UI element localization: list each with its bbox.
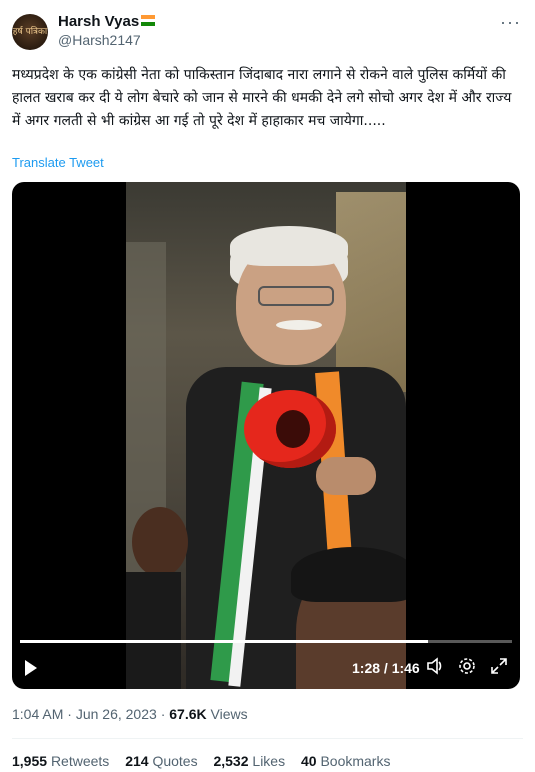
avatar[interactable]: हर्ष पत्रिका bbox=[12, 14, 48, 50]
tweet-text: मध्यप्रदेश के एक कांग्रेसी नेता को पाकिस… bbox=[12, 67, 512, 129]
likes-stat[interactable]: 2,532 Likes bbox=[213, 753, 285, 769]
volume-icon[interactable] bbox=[426, 657, 444, 680]
fullscreen-icon[interactable] bbox=[490, 657, 508, 680]
divider bbox=[12, 738, 523, 739]
settings-icon[interactable] bbox=[458, 657, 476, 680]
video-time: 1:28 / 1:46 bbox=[352, 660, 420, 676]
video-progress-bar[interactable] bbox=[20, 640, 512, 643]
quotes-stat[interactable]: 214 Quotes bbox=[125, 753, 197, 769]
tweet-time[interactable]: 1:04 AM bbox=[12, 706, 63, 722]
retweets-stat[interactable]: 1,955 Retweets bbox=[12, 753, 109, 769]
tweet-date[interactable]: Jun 26, 2023 bbox=[76, 706, 157, 722]
more-horizontal-icon[interactable]: ··· bbox=[500, 12, 521, 33]
translate-tweet-link[interactable]: Translate Tweet bbox=[12, 155, 104, 170]
tweet: हर्ष पत्रिका Harsh Vyas @Harsh2147 ··· म… bbox=[0, 0, 535, 772]
author-name[interactable]: Harsh Vyas bbox=[58, 13, 139, 30]
video-frame[interactable] bbox=[126, 182, 406, 689]
bookmarks-stat[interactable]: 40 Bookmarks bbox=[301, 753, 391, 769]
views-label: Views bbox=[210, 706, 248, 722]
play-icon[interactable] bbox=[25, 660, 37, 676]
tweet-stats: 1,955 Retweets 214 Quotes 2,532 Likes 40… bbox=[12, 753, 402, 769]
video-progress-fill bbox=[20, 640, 429, 643]
india-flag-icon bbox=[141, 15, 155, 26]
author-handle[interactable]: @Harsh2147 bbox=[58, 32, 141, 48]
views-count: 67.6K bbox=[169, 706, 207, 722]
video-player[interactable]: 1:28 / 1:46 bbox=[12, 182, 520, 689]
tweet-meta: 1:04 AM · Jun 26, 2023 · 67.6K Views bbox=[12, 706, 248, 722]
avatar-text: हर्ष पत्रिका bbox=[12, 26, 48, 37]
